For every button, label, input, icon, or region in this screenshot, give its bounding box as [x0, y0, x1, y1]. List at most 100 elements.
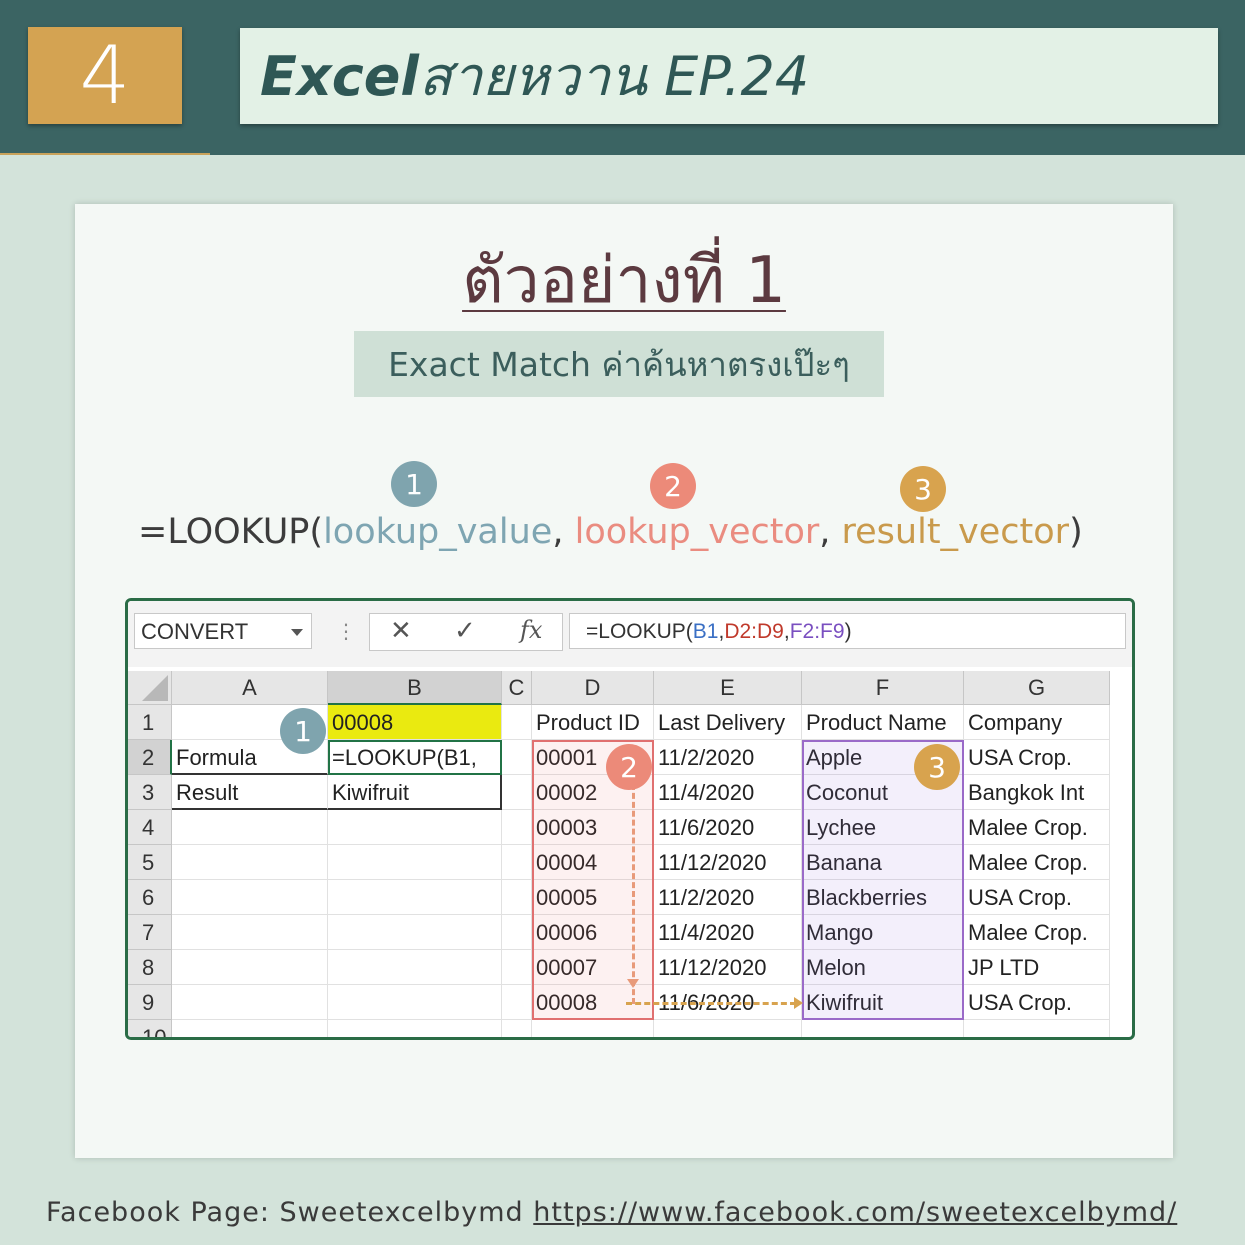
row-header-2[interactable]: 2: [128, 740, 172, 775]
badge-lookup-vector: 2: [650, 463, 696, 509]
cell-g6[interactable]: USA Crop.: [964, 880, 1110, 915]
check-icon[interactable]: ✓: [454, 616, 476, 646]
row-header-1[interactable]: 1: [128, 705, 172, 740]
cell-b4[interactable]: [328, 810, 502, 845]
formula-bar: CONVERT ⋮ ✕ ✓ fx =LOOKUP(B1,D2:D9,F2:F9): [128, 601, 1132, 667]
cell-c10[interactable]: [502, 1020, 532, 1037]
formula-input[interactable]: =LOOKUP(B1,D2:D9,F2:F9): [569, 613, 1126, 649]
cell-b9[interactable]: [328, 985, 502, 1020]
subheading: Exact Match ค่าค้นหาตรงเป๊ะๆ: [388, 344, 850, 384]
row-header-3[interactable]: 3: [128, 775, 172, 810]
row-header-9[interactable]: 9: [128, 985, 172, 1020]
chevron-down-icon[interactable]: [291, 629, 303, 636]
column-header-d[interactable]: D: [532, 671, 654, 705]
badge-lookup-value-cell: 1: [280, 708, 326, 754]
cell-c1[interactable]: [502, 705, 532, 740]
cell-b5[interactable]: [328, 845, 502, 880]
cell-a5[interactable]: [172, 845, 328, 880]
cell-e7[interactable]: 11/4/2020: [654, 915, 802, 950]
cell-b8[interactable]: [328, 950, 502, 985]
cell-b7[interactable]: [328, 915, 502, 950]
cell-e1[interactable]: Last Delivery: [654, 705, 802, 740]
cell-d1[interactable]: Product ID: [532, 705, 654, 740]
badge-lookup-value: 1: [391, 461, 437, 507]
cell-e4[interactable]: 11/6/2020: [654, 810, 802, 845]
name-box-value: CONVERT: [141, 619, 249, 644]
cell-c6[interactable]: [502, 880, 532, 915]
cell-d10[interactable]: [532, 1020, 654, 1037]
page-title: Excelสายหวาน EP.24: [260, 33, 809, 119]
cell-a4[interactable]: [172, 810, 328, 845]
row-header-4[interactable]: 4: [128, 810, 172, 845]
badge-result-vector: 3: [900, 466, 946, 512]
cell-g2[interactable]: USA Crop.: [964, 740, 1110, 775]
cell-b10[interactable]: [328, 1020, 502, 1037]
cell-f10[interactable]: [802, 1020, 964, 1037]
cell-e8[interactable]: 11/12/2020: [654, 950, 802, 985]
cell-a6[interactable]: [172, 880, 328, 915]
cell-g5[interactable]: Malee Crop.: [964, 845, 1110, 880]
footer-link[interactable]: https://www.facebook.com/sweetexcelbymd/: [533, 1197, 1177, 1228]
cell-e3[interactable]: 11/4/2020: [654, 775, 802, 810]
badge-result-vector-cell: 3: [914, 744, 960, 790]
example-heading: ตัวอย่างที่ 1: [462, 244, 786, 318]
cell-g1[interactable]: Company: [964, 705, 1110, 740]
cell-b2[interactable]: =LOOKUP(B1,: [328, 740, 502, 775]
lookup-syntax: =LOOKUP(lookup_value, lookup_vector, res…: [138, 512, 1083, 552]
cell-g4[interactable]: Malee Crop.: [964, 810, 1110, 845]
cell-g9[interactable]: USA Crop.: [964, 985, 1110, 1020]
subheading-box: Exact Match ค่าค้นหาตรงเป๊ะๆ: [354, 331, 884, 397]
cell-c4[interactable]: [502, 810, 532, 845]
row-header-8[interactable]: 8: [128, 950, 172, 985]
name-box[interactable]: CONVERT: [134, 613, 312, 649]
row-header-7[interactable]: 7: [128, 915, 172, 950]
search-arrow-down: [632, 784, 635, 1004]
cell-a9[interactable]: [172, 985, 328, 1020]
fx-part: =LOOKUP(: [586, 620, 693, 643]
cell-b1[interactable]: 00008: [328, 705, 502, 740]
cell-e5[interactable]: 11/12/2020: [654, 845, 802, 880]
column-header-f[interactable]: F: [802, 671, 964, 705]
cell-c8[interactable]: [502, 950, 532, 985]
fx-ref-b1: B1: [692, 620, 719, 643]
fx-icon[interactable]: fx: [520, 616, 542, 644]
column-header-a[interactable]: A: [172, 671, 328, 705]
arrow-down-icon: [627, 979, 639, 988]
cell-c5[interactable]: [502, 845, 532, 880]
arg-lookup-vector: lookup_vector: [574, 512, 820, 552]
cell-g3[interactable]: Bangkok Int: [964, 775, 1110, 810]
cell-b6[interactable]: [328, 880, 502, 915]
cell-c9[interactable]: [502, 985, 532, 1020]
row-header-10[interactable]: 10: [128, 1020, 172, 1037]
cell-a10[interactable]: [172, 1020, 328, 1037]
title-th: สายหวาน EP.24: [418, 45, 810, 108]
select-all-corner[interactable]: [128, 671, 172, 705]
cell-e10[interactable]: [654, 1020, 802, 1037]
cell-e2[interactable]: 11/2/2020: [654, 740, 802, 775]
cell-g7[interactable]: Malee Crop.: [964, 915, 1110, 950]
column-header-b[interactable]: B: [328, 671, 502, 705]
cell-a3[interactable]: Result: [172, 775, 328, 810]
formula-buttons: ✕ ✓ fx: [369, 613, 563, 651]
formula-sep2: ,: [819, 512, 842, 552]
badge-lookup-vector-cell: 2: [606, 744, 652, 790]
column-header-g[interactable]: G: [964, 671, 1110, 705]
cell-g8[interactable]: JP LTD: [964, 950, 1110, 985]
close-icon[interactable]: ✕: [390, 616, 412, 646]
header-accent-line: [0, 153, 210, 155]
cell-a7[interactable]: [172, 915, 328, 950]
row-header-5[interactable]: 5: [128, 845, 172, 880]
drag-handle-icon[interactable]: ⋮: [336, 619, 356, 643]
column-header-c[interactable]: C: [502, 671, 532, 705]
cell-b3[interactable]: Kiwifruit: [328, 775, 502, 810]
cell-c7[interactable]: [502, 915, 532, 950]
formula-prefix: =LOOKUP(: [138, 512, 324, 552]
cell-g10[interactable]: [964, 1020, 1110, 1037]
cell-a8[interactable]: [172, 950, 328, 985]
cell-c3[interactable]: [502, 775, 532, 810]
column-header-e[interactable]: E: [654, 671, 802, 705]
cell-f1[interactable]: Product Name: [802, 705, 964, 740]
row-header-6[interactable]: 6: [128, 880, 172, 915]
cell-e6[interactable]: 11/2/2020: [654, 880, 802, 915]
cell-c2[interactable]: [502, 740, 532, 775]
